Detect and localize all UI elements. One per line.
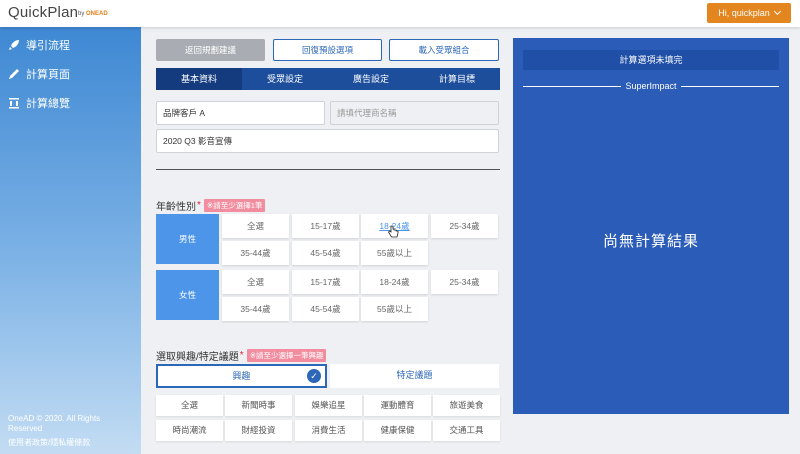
sidebar-item-overview[interactable]: 計算總覽 — [8, 94, 70, 112]
interest-health[interactable]: 健康保健 — [364, 420, 431, 441]
interest-sports[interactable]: 運動體育 — [364, 395, 431, 416]
male-age-55-plus[interactable]: 55歲以上 — [361, 241, 428, 265]
age-gender-warning: ※請至少選擇1筆 — [203, 199, 266, 212]
sidebar-footer: OneAD © 2020. All Rights Reserved 使用者政策/… — [8, 414, 133, 448]
top-bar: QuickPlan by ONEAD Hi, quickplan — [0, 0, 800, 27]
tab-basic-info[interactable]: 基本資料 — [156, 68, 242, 90]
campaign-name-field[interactable]: 2020 Q3 影音宣傳 — [156, 129, 499, 153]
female-age-35-44[interactable]: 35-44歲 — [222, 297, 289, 321]
chevron-down-icon — [773, 7, 781, 16]
female-age-18-24[interactable]: 18-24歲 — [361, 270, 428, 294]
female-age-all[interactable]: 全選 — [222, 270, 289, 294]
empty-result-text: 尚無計算結果 — [602, 233, 699, 250]
male-age-35-44[interactable]: 35-44歲 — [222, 241, 289, 265]
interest-warning: ※請至少選擇一筆興趣 — [246, 349, 327, 362]
interest-travel-food[interactable]: 旅遊美食 — [433, 395, 500, 416]
result-status: 計算選項未填完 — [523, 50, 779, 70]
gender-male[interactable]: 男性 — [156, 214, 219, 264]
user-menu-button[interactable]: Hi, quickplan — [707, 3, 791, 23]
pencil-icon — [9, 69, 19, 79]
product-name: SuperImpact — [625, 81, 677, 91]
topic-choice-button[interactable]: 特定議題 — [330, 364, 499, 388]
female-age-45-54[interactable]: 45-54歲 — [292, 297, 359, 321]
sidebar-item-label: 導引流程 — [26, 40, 70, 52]
restore-defaults-button[interactable]: 回復預設選項 — [273, 39, 382, 61]
female-age-55-plus[interactable]: 55歲以上 — [361, 297, 428, 321]
result-panel: 計算選項未填完 SuperImpact 尚無計算結果 — [513, 38, 789, 414]
female-age-15-17[interactable]: 15-17歲 — [292, 270, 359, 294]
divider — [156, 169, 500, 170]
tab-audience[interactable]: 受眾設定 — [242, 68, 328, 90]
interest-vehicles[interactable]: 交通工具 — [433, 420, 500, 441]
male-age-15-17[interactable]: 15-17歲 — [292, 214, 359, 238]
interest-all[interactable]: 全選 — [156, 395, 223, 416]
overview-icon — [9, 98, 19, 109]
sidebar-item-label: 計算頁面 — [26, 69, 70, 81]
sidebar: 導引流程 計算頁面 計算總覽 OneAD © 2020. All Rights … — [0, 27, 141, 454]
client-name-field[interactable]: 品牌客戶 A — [156, 101, 325, 125]
copyright-text: OneAD © 2020. All Rights Reserved — [8, 414, 101, 433]
interest-choice-button[interactable]: 興趣 ✓ — [156, 364, 327, 388]
age-gender-label: 年齡性別 * ※請至少選擇1筆 — [156, 198, 266, 213]
logo-byline: by ONEAD — [78, 11, 108, 17]
agency-name-field[interactable]: 請填代理商名稱 — [330, 101, 499, 125]
form-tabs: 基本資料 受眾設定 廣告設定 計算目標 — [156, 68, 500, 90]
load-audience-button[interactable]: 載入受眾組合 — [389, 39, 499, 61]
interest-news[interactable]: 新聞時事 — [225, 395, 292, 416]
tab-ad-settings[interactable]: 廣告設定 — [328, 68, 414, 90]
interest-label: 選取興趣/特定議題 * ※請至少選擇一筆興趣 — [156, 348, 327, 363]
rocket-icon — [9, 40, 19, 50]
sidebar-item-guide[interactable]: 導引流程 — [8, 36, 70, 54]
tab-target[interactable]: 計算目標 — [414, 68, 500, 90]
policy-link[interactable]: 使用者政策/隱私權條款 — [8, 438, 133, 448]
interest-entertainment[interactable]: 娛樂追星 — [295, 395, 362, 416]
gender-female[interactable]: 女性 — [156, 270, 219, 320]
interest-fashion[interactable]: 時尚潮流 — [156, 420, 223, 441]
hand-pointer-icon — [387, 225, 399, 238]
sidebar-item-label: 計算總覽 — [26, 98, 70, 110]
male-age-45-54[interactable]: 45-54歲 — [292, 241, 359, 265]
sidebar-item-calculate[interactable]: 計算頁面 — [8, 65, 70, 83]
app-logo[interactable]: QuickPlan — [8, 4, 78, 21]
male-age-25-34[interactable]: 25-34歲 — [431, 214, 498, 238]
interest-finance[interactable]: 財經投資 — [225, 420, 292, 441]
male-age-all[interactable]: 全選 — [222, 214, 289, 238]
product-divider: SuperImpact — [523, 80, 779, 92]
female-age-25-34[interactable]: 25-34歲 — [431, 270, 498, 294]
return-suggestion-button[interactable]: 返回規劃建議 — [156, 39, 265, 61]
interest-consumer[interactable]: 消費生活 — [295, 420, 362, 441]
check-icon: ✓ — [307, 369, 321, 383]
